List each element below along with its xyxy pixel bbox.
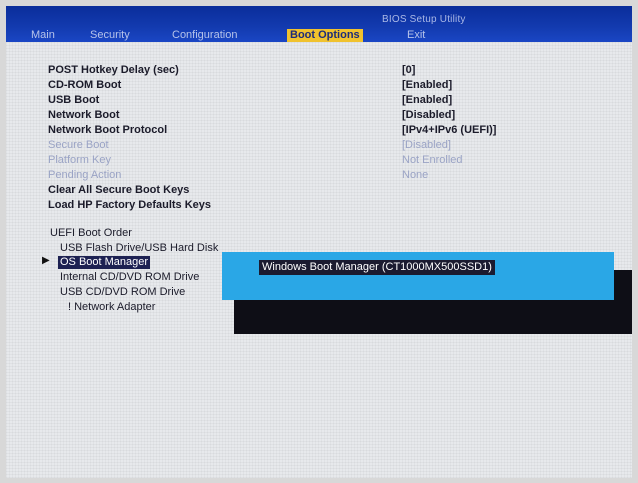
setting-label-cdrom-boot[interactable]: CD-ROM Boot xyxy=(48,79,121,92)
boot-order-item-selected[interactable]: OS Boot Manager xyxy=(58,256,151,269)
boot-order-item[interactable]: Internal CD/DVD ROM Drive xyxy=(60,271,199,284)
tab-security[interactable]: Security xyxy=(87,29,133,42)
setting-value-usb-boot[interactable]: [Enabled] xyxy=(402,94,452,107)
boot-order-item[interactable]: USB Flash Drive/USB Hard Disk xyxy=(60,242,218,255)
setting-value-cdrom-boot[interactable]: [Enabled] xyxy=(402,79,452,92)
setting-value-network-boot[interactable]: [Disabled] xyxy=(402,109,455,122)
boot-order-item[interactable]: USB CD/DVD ROM Drive xyxy=(60,286,185,299)
setting-label-secure-boot: Secure Boot xyxy=(48,139,109,151)
setting-value-network-boot-protocol[interactable]: [IPv4+IPv6 (UEFI)] xyxy=(402,124,496,137)
setting-value-pending-action: None xyxy=(402,169,429,181)
load-factory-default-keys-item[interactable]: Load HP Factory Defaults Keys xyxy=(48,199,211,212)
setting-label-network-boot[interactable]: Network Boot xyxy=(48,109,120,122)
setting-label-post-hotkey-delay[interactable]: POST Hotkey Delay (sec) xyxy=(48,64,179,77)
selection-arrow-icon: ▶ xyxy=(42,255,50,266)
setting-label-platform-key: Platform Key xyxy=(48,154,111,166)
setting-label-network-boot-protocol[interactable]: Network Boot Protocol xyxy=(48,124,167,137)
setting-value-secure-boot: [Disabled] xyxy=(402,139,451,151)
setting-label-pending-action: Pending Action xyxy=(48,169,122,181)
boot-order-item[interactable]: ! Network Adapter xyxy=(68,301,155,314)
tab-boot-options[interactable]: Boot Options xyxy=(287,29,363,42)
boot-order-title: UEFI Boot Order xyxy=(50,227,132,239)
bios-screen: BIOS Setup Utility Main Security Configu… xyxy=(6,6,632,478)
menu-bar: BIOS Setup Utility Main Security Configu… xyxy=(6,6,632,42)
tab-configuration[interactable]: Configuration xyxy=(169,29,240,42)
popup-option-windows-boot-manager[interactable]: Windows Boot Manager (CT1000MX500SSD1) xyxy=(259,260,495,275)
setting-label-usb-boot[interactable]: USB Boot xyxy=(48,94,99,107)
tab-exit[interactable]: Exit xyxy=(404,29,428,42)
clear-secure-boot-keys-item[interactable]: Clear All Secure Boot Keys xyxy=(48,184,189,197)
tab-main[interactable]: Main xyxy=(28,29,58,42)
setting-value-platform-key: Not Enrolled xyxy=(402,154,463,166)
boot-manager-popup: Windows Boot Manager (CT1000MX500SSD1) xyxy=(222,252,614,300)
setting-value-post-hotkey-delay[interactable]: [0] xyxy=(402,64,415,77)
utility-title: BIOS Setup Utility xyxy=(382,14,466,25)
